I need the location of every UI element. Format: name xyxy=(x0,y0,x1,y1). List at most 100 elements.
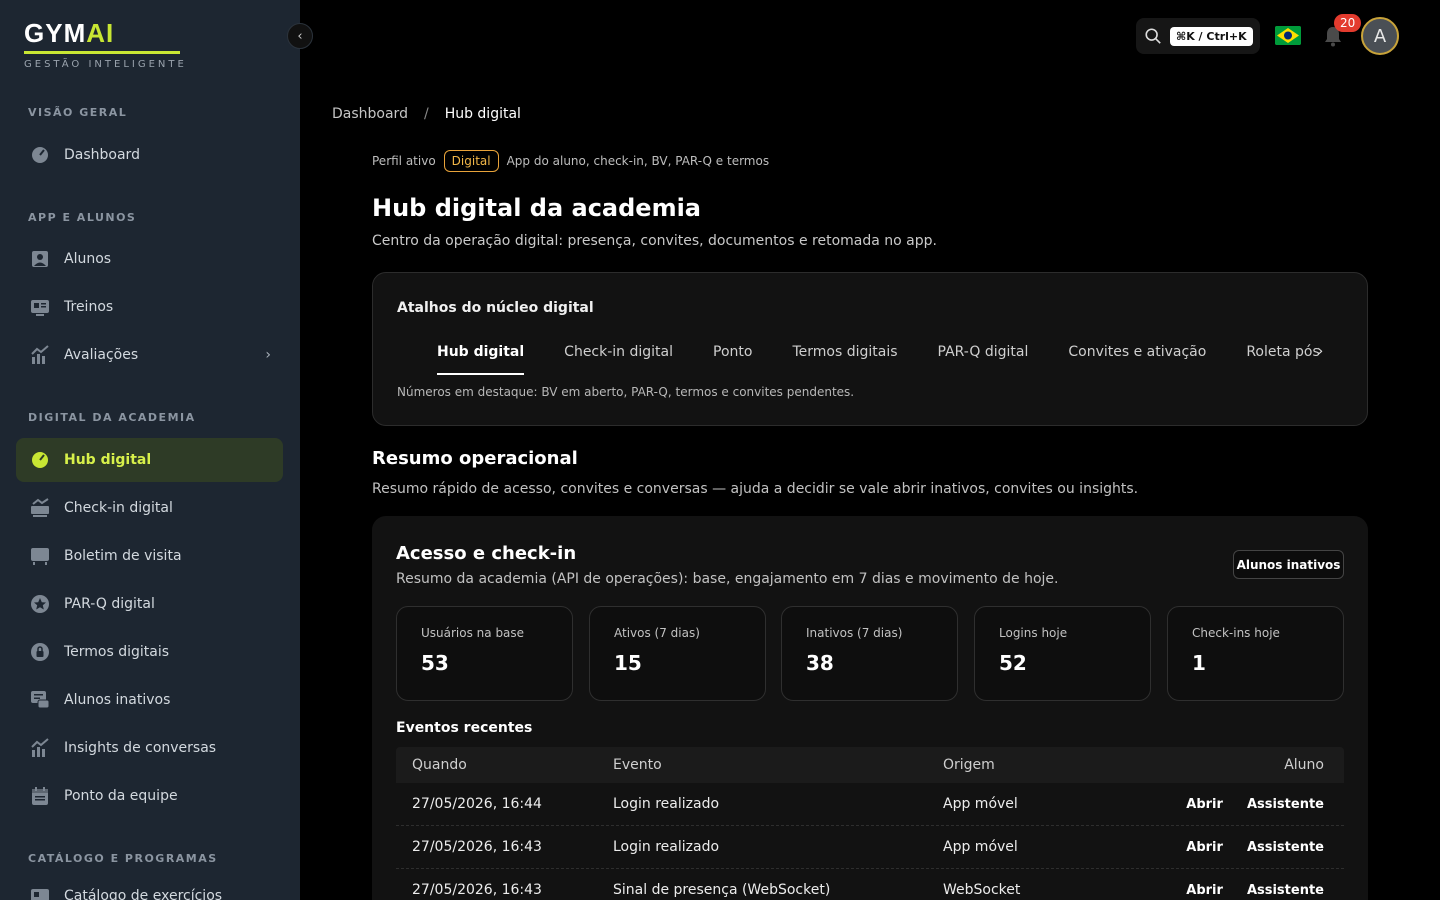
page-subtitle: Centro da operação digital: presença, co… xyxy=(372,233,937,249)
stat-label: Check-ins hoje xyxy=(1192,626,1280,640)
tab-hub-digital[interactable]: Hub digital xyxy=(437,337,525,375)
cell-when: 27/05/2026, 16:43 xyxy=(412,839,542,855)
shortcuts-card: Atalhos do núcleo digital Hub digital Ch… xyxy=(372,272,1368,426)
search-icon xyxy=(1145,28,1161,44)
gauge-icon xyxy=(28,449,52,471)
table-row: 27/05/2026, 16:44 Login realizado App mó… xyxy=(396,783,1344,826)
section-label-overview: VISÃO GERAL xyxy=(28,106,128,119)
access-panel: Acesso e check-in Resumo da academia (AP… xyxy=(372,516,1368,900)
cell-event: Login realizado xyxy=(613,839,720,855)
open-link[interactable]: Abrir xyxy=(1186,840,1223,855)
sidebar-item-catalogo-exercicios[interactable]: Catálogo de exercícios xyxy=(16,874,283,900)
brand-underline xyxy=(24,51,180,54)
stat-label: Usuários na base xyxy=(421,626,525,640)
student-link[interactable]: Assistente xyxy=(1247,840,1324,855)
tab-ponto[interactable]: Ponto xyxy=(713,337,752,375)
star-badge-icon xyxy=(28,593,52,615)
search-button[interactable]: ⌘K / Ctrl+K xyxy=(1136,18,1260,54)
table-header: Quando Evento Origem Aluno xyxy=(396,747,1344,783)
language-flag-icon[interactable] xyxy=(1275,26,1301,45)
sidebar-item-checkin-digital[interactable]: Check-in digital xyxy=(16,486,283,530)
open-link[interactable]: Abrir xyxy=(1186,883,1223,898)
section-label-catalog: CATÁLOGO E PROGRAMAS xyxy=(28,852,218,865)
stat-value: 52 xyxy=(999,651,1027,675)
cell-event: Sinal de presença (WebSocket) xyxy=(613,882,831,898)
table-row: 27/05/2026, 16:43 Login realizado App mó… xyxy=(396,826,1344,869)
tab-roleta[interactable]: Roleta pós-v xyxy=(1246,337,1319,375)
profile-pill: Digital xyxy=(443,150,499,172)
clipboard-icon xyxy=(28,885,52,900)
sidebar-item-treinos[interactable]: Treinos xyxy=(16,285,283,329)
stat-card-checkins: Check-ins hoje 1 xyxy=(1167,606,1344,701)
section-label-digital: DIGITAL DA ACADEMIA xyxy=(28,411,196,424)
tab-checkin-digital[interactable]: Check-in digital xyxy=(564,337,673,375)
stat-label: Ativos (7 dias) xyxy=(614,626,700,640)
sidebar-item-ponto-equipe[interactable]: Ponto da equipe xyxy=(16,774,283,818)
brand-logo[interactable]: GYMAI GESTÃO INTELIGENTE xyxy=(24,18,187,70)
chart-icon xyxy=(28,344,52,366)
student-link[interactable]: Assistente xyxy=(1247,797,1324,812)
chart-icon xyxy=(28,737,52,759)
tab-termos-digitais[interactable]: Termos digitais xyxy=(792,337,897,375)
shortcut-tabs: Hub digital Check-in digital Ponto Termo… xyxy=(437,337,1319,377)
brand-tagline: GESTÃO INTELIGENTE xyxy=(24,59,187,70)
shortcut-hint: ⌘K / Ctrl+K xyxy=(1170,26,1253,46)
user-avatar[interactable]: A xyxy=(1361,17,1399,55)
cell-actions: Abrir Assistente xyxy=(1163,840,1344,855)
notification-count-badge: 20 xyxy=(1334,14,1362,32)
profile-label: Perfil ativo xyxy=(372,154,436,168)
stat-value: 15 xyxy=(614,651,642,675)
collapse-sidebar-button[interactable]: ‹ xyxy=(287,23,313,49)
sidebar-item-boletim-visita[interactable]: Boletim de visita xyxy=(16,534,283,578)
sidebar-item-label: Treinos xyxy=(64,299,114,315)
sidebar-item-hub-digital[interactable]: Hub digital xyxy=(16,438,283,482)
monitor-icon xyxy=(28,545,52,567)
breadcrumb-current: Hub digital xyxy=(444,106,521,122)
cell-event: Login realizado xyxy=(613,796,720,812)
lock-icon xyxy=(28,641,52,663)
breadcrumb: Dashboard / Hub digital xyxy=(332,106,521,122)
sidebar-item-alunos[interactable]: Alunos xyxy=(16,237,283,281)
summary-subtitle: Resumo rápido de acesso, convites e conv… xyxy=(372,481,1139,497)
column-header-when: Quando xyxy=(412,757,467,773)
recent-events-title: Eventos recentes xyxy=(396,720,533,736)
sidebar-item-label: Catálogo de exercícios xyxy=(64,888,223,900)
sidebar-item-label: Hub digital xyxy=(64,452,152,468)
stat-card-logins: Logins hoje 52 xyxy=(974,606,1151,701)
sidebar-item-insights-conversas[interactable]: Insights de conversas xyxy=(16,726,283,770)
stat-label: Inativos (7 dias) xyxy=(806,626,903,640)
sidebar-item-alunos-inativos[interactable]: Alunos inativos xyxy=(16,678,283,722)
stat-label: Logins hoje xyxy=(999,626,1068,640)
tab-parq-digital[interactable]: PAR-Q digital xyxy=(938,337,1029,375)
recent-events-table: Quando Evento Origem Aluno 27/05/2026, 1… xyxy=(396,747,1344,900)
open-link[interactable]: Abrir xyxy=(1186,797,1223,812)
column-header-event: Evento xyxy=(613,757,662,773)
checkin-icon xyxy=(28,497,52,519)
sidebar-item-avaliacoes[interactable]: Avaliações › xyxy=(16,333,283,377)
summary-title: Resumo operacional xyxy=(372,448,578,469)
cell-actions: Abrir Assistente xyxy=(1163,797,1344,812)
cell-when: 27/05/2026, 16:44 xyxy=(412,796,542,812)
sidebar-item-dashboard[interactable]: Dashboard xyxy=(16,133,283,177)
inactive-students-button[interactable]: Alunos inativos xyxy=(1233,550,1344,579)
cell-origin: App móvel xyxy=(943,839,1018,855)
sidebar-item-parq-digital[interactable]: PAR-Q digital xyxy=(16,582,283,626)
stat-value: 53 xyxy=(421,651,449,675)
breadcrumb-separator: / xyxy=(423,106,429,122)
sidebar-item-label: Avaliações xyxy=(64,347,139,363)
student-link[interactable]: Assistente xyxy=(1247,883,1324,898)
sidebar-item-label: Alunos xyxy=(64,251,112,267)
column-header-origin: Origem xyxy=(943,757,995,773)
shortcuts-title: Atalhos do núcleo digital xyxy=(397,300,594,316)
profile-description: App do aluno, check-in, BV, PAR-Q e term… xyxy=(506,154,770,168)
breadcrumb-dashboard-link[interactable]: Dashboard xyxy=(332,106,408,122)
tabs-scroll-right-icon[interactable]: › xyxy=(1317,341,1323,360)
stat-card-users: Usuários na base 53 xyxy=(396,606,573,701)
table-row: 27/05/2026, 16:43 Sinal de presença (Web… xyxy=(396,869,1344,900)
sidebar-item-label: Boletim de visita xyxy=(64,548,182,564)
column-header-student: Aluno xyxy=(1284,757,1324,773)
cell-origin: App móvel xyxy=(943,796,1018,812)
tab-convites-ativacao[interactable]: Convites e ativação xyxy=(1068,337,1206,375)
sidebar-item-termos-digitais[interactable]: Termos digitais xyxy=(16,630,283,674)
brand-name: GYMAI xyxy=(24,18,115,48)
